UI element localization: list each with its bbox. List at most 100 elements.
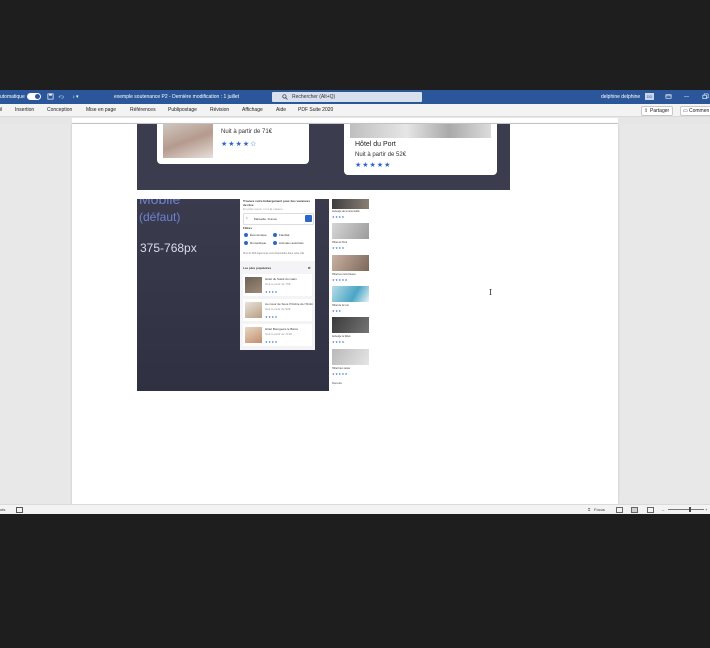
- customize-toolbar-icon[interactable]: ▾: [76, 94, 79, 100]
- share-label: Partager: [650, 108, 670, 114]
- avatar[interactable]: DD: [645, 93, 654, 100]
- tab-mise-en-page[interactable]: Mise en page: [86, 107, 116, 113]
- autosave-toggle[interactable]: [27, 93, 41, 100]
- print-layout-icon[interactable]: [631, 507, 638, 513]
- tab-pdf-suite[interactable]: PDF Suite 2020: [298, 107, 333, 113]
- tab-affichage[interactable]: Affichage: [242, 107, 263, 113]
- hotel-name: Hôtel Bourgeois le Barco: [265, 327, 299, 331]
- filter-economique[interactable]: Économique: [250, 233, 267, 237]
- word-count[interactable]: ots: [0, 507, 5, 512]
- info-text: Plus de 500 logements sont disponibles d…: [243, 252, 305, 255]
- zoom-in-icon[interactable]: +: [705, 507, 707, 512]
- popular-card[interactable]: Hôtel Bourgeois le Barco Nuit à partir d…: [243, 324, 312, 346]
- save-icon[interactable]: [47, 93, 54, 100]
- location-value: Marseille, France: [254, 217, 278, 221]
- rating-stars: ★★★: [332, 309, 342, 313]
- hotel-thumbnail: [332, 317, 369, 333]
- hotel-thumbnail: [332, 349, 369, 365]
- tab-file[interactable]: il: [0, 107, 2, 113]
- document-title[interactable]: exemple soutenance P2 - Dernière modific…: [114, 94, 239, 100]
- popular-icon: ⇄: [308, 266, 311, 270]
- hotel-price: Nuit à partir de 71€: [221, 129, 273, 135]
- hotel-thumbnail: [245, 277, 262, 293]
- rating-stars: ★★★★★: [332, 278, 348, 282]
- autosave-label: utomatique: [0, 94, 25, 100]
- hotel-thumbnail: [332, 199, 369, 209]
- hotel-card-right: Hôtel du Port Nuit à partir de 52€ ★★★★★: [344, 124, 497, 175]
- tab-publipostage[interactable]: Publipostage: [168, 107, 197, 113]
- hotel-price: Nuit à partir de 112€: [265, 332, 292, 336]
- share-button[interactable]: ⇪ Partager: [641, 106, 674, 116]
- comments-label: Commen: [689, 108, 710, 114]
- tab-conception[interactable]: Conception: [47, 107, 72, 113]
- tab-aide[interactable]: Aide: [276, 107, 286, 113]
- ribbon-display-icon[interactable]: [665, 93, 672, 100]
- search-placeholder: Rechercher (Alt+Q): [292, 94, 336, 100]
- focus-label[interactable]: Focus: [594, 507, 605, 512]
- read-mode-icon[interactable]: [616, 507, 623, 513]
- title-bar: utomatique ▾ exemple soutenance P2 - Der…: [0, 90, 710, 104]
- phone-mockup: Trouvez votre hébergement pour des vacan…: [240, 199, 315, 350]
- search-icon: [282, 94, 288, 100]
- slide-image-desktop[interactable]: Nuit à partir de 71€ ★★★★☆ Hôtel du Port…: [137, 124, 510, 190]
- hotel-photo: [350, 124, 491, 138]
- hotel-thumbnail: [245, 327, 262, 343]
- zoom-out-icon[interactable]: –: [662, 507, 664, 512]
- hotel-price: Nuit à partir de 52€: [355, 152, 407, 158]
- zoom-slider-thumb[interactable]: [689, 507, 691, 512]
- share-icon: ⇪: [644, 108, 649, 114]
- hotel-name: Au cœur de Sous l'Ombre de l'Ontin: [265, 302, 313, 306]
- undo-icon[interactable]: [58, 93, 65, 100]
- popular-card[interactable]: Au cœur de Sous l'Ombre de l'Ontin Nuit …: [243, 299, 313, 321]
- rating-stars: ★★★★: [332, 246, 345, 250]
- search-box[interactable]: Rechercher (Alt+Q): [272, 92, 422, 102]
- popular-card[interactable]: Hôtel du Soleil du matin Nuit à partir d…: [243, 274, 312, 296]
- tab-revision[interactable]: Révision: [210, 107, 229, 113]
- hotel-thumbnail: [332, 223, 369, 239]
- hotel-name: Auberge de la Grenouille: [332, 210, 360, 213]
- filter-romantique[interactable]: Romantique: [250, 241, 266, 245]
- strip-footer: Marseille: [332, 382, 343, 385]
- location-pin-icon: ⌖: [246, 216, 248, 220]
- location-field[interactable]: ⌖ Marseille, France: [243, 213, 314, 225]
- hotel-name: Hôtel du Port: [355, 141, 396, 148]
- hotel-photo: [163, 124, 213, 158]
- zoom-slider[interactable]: [668, 509, 704, 510]
- focus-icon[interactable]: ⌗: [588, 507, 590, 512]
- rating-stars: ★★★★★: [355, 162, 392, 169]
- tab-insertion[interactable]: Insertion: [15, 107, 34, 113]
- tab-references[interactable]: Références: [130, 107, 156, 113]
- minimize-icon[interactable]: —: [684, 94, 689, 100]
- redo-icon[interactable]: [68, 93, 75, 100]
- filter-familial[interactable]: Familial: [279, 233, 289, 237]
- hotel-thumbnail: [332, 286, 369, 302]
- filter-animaux[interactable]: Animaux autorisés: [279, 241, 304, 245]
- ribbon-tabs: il Insertion Conception Mise en page Réf…: [0, 104, 710, 117]
- status-bar: ots ⌗ Focus – +: [0, 504, 710, 514]
- rating-stars: ★★★★: [265, 340, 278, 344]
- slide-title: Mobile: [139, 199, 181, 207]
- default-label: (défaut): [139, 210, 181, 224]
- proofing-icon[interactable]: [16, 507, 23, 513]
- web-layout-icon[interactable]: [647, 507, 654, 513]
- filter-familial-icon: [273, 233, 277, 237]
- rating-stars: ★★★★: [265, 315, 278, 319]
- hotel-name: Auberge le Rêve: [332, 335, 351, 338]
- search-button[interactable]: [305, 215, 312, 222]
- filter-animaux-icon: [273, 241, 277, 245]
- user-name[interactable]: delphine delphine: [601, 94, 640, 100]
- rating-stars: ★★★★: [332, 215, 345, 219]
- filter-romantique-icon: [244, 241, 248, 245]
- hotel-name: Hôtel au Pont: [332, 241, 348, 244]
- restore-icon[interactable]: [702, 93, 709, 100]
- hotel-list-strip: Auberge de la Grenouille ★★★★ Hôtel au P…: [329, 199, 372, 391]
- hotel-name: Hôtel du Soleil du matin: [265, 277, 297, 281]
- comments-button[interactable]: ▭ Commen: [680, 106, 710, 116]
- hotel-price: Nuit à partir de 76€: [265, 282, 291, 286]
- phone-heading: Trouvez votre hébergement pour des vacan…: [243, 199, 311, 207]
- rating-stars: ★★★★☆: [221, 141, 258, 148]
- hotel-thumbnail: [245, 302, 262, 318]
- slide-image-mobile[interactable]: Mobile (défaut) 375-768px Trouvez votre …: [137, 199, 372, 391]
- comment-icon: ▭: [683, 108, 688, 114]
- hotel-price: Nuit à partir de 90€: [265, 307, 291, 311]
